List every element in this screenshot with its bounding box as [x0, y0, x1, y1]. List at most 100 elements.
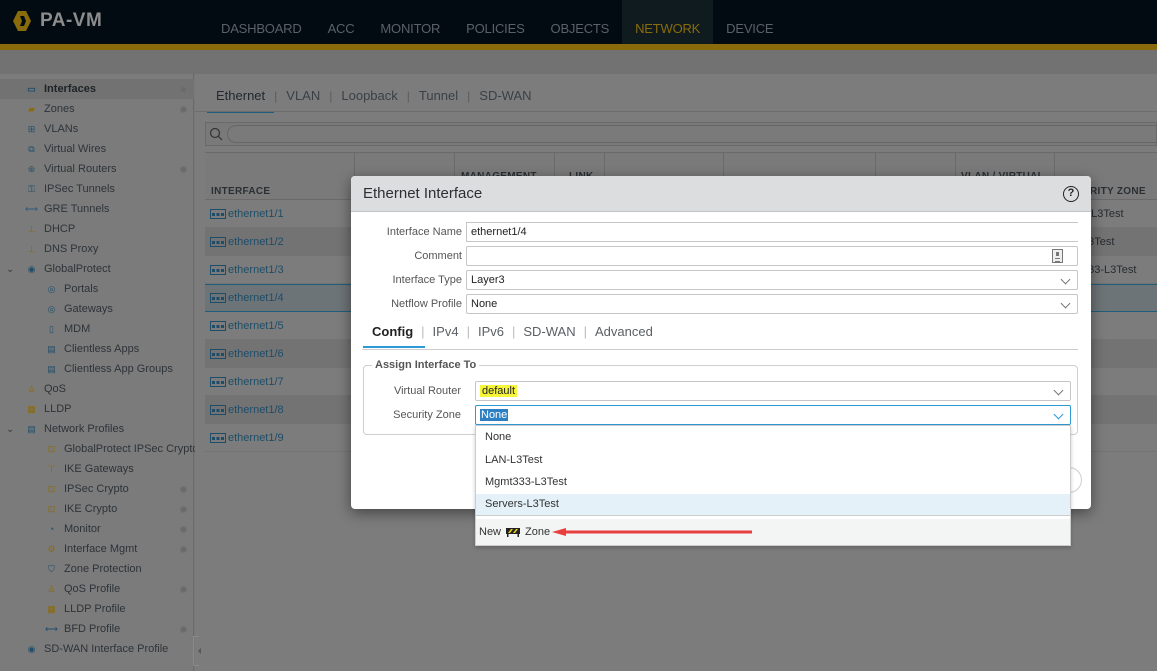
- router-icon: ⊛: [27, 163, 36, 174]
- sidebar-item-zone-protection[interactable]: ⛉ Zone Protection: [44, 559, 142, 579]
- sidebar-item-network-profiles[interactable]: ⌄ ▤ Network Profiles: [6, 419, 125, 439]
- comment-field[interactable]: [466, 246, 1078, 266]
- sidebar-item-virtual-wires[interactable]: ⧉ Virtual Wires: [24, 139, 106, 159]
- interface-link[interactable]: ethernet1/6: [228, 348, 284, 360]
- tab-ethernet[interactable]: Ethernet: [207, 88, 275, 113]
- sidebar-item-gre-tunnels[interactable]: ⟷ GRE Tunnels: [24, 199, 109, 219]
- security-zone-label: Security Zone: [393, 409, 461, 421]
- chevron-down-icon: [1060, 298, 1071, 309]
- sidebar-item-gateways[interactable]: ◎ Gateways: [44, 299, 113, 319]
- tab-tunnel[interactable]: Tunnel: [410, 88, 467, 103]
- ethernet-port-icon: [210, 404, 226, 415]
- monitor-icon: ◔: [48, 524, 55, 534]
- zone-option-lan[interactable]: LAN-L3Test: [476, 449, 1070, 472]
- sidebar-item-vlans[interactable]: ⊞ VLANs: [24, 119, 79, 139]
- sidebar-item-bfd-profile[interactable]: ⟷ BFD Profile: [44, 619, 120, 639]
- interface-type-select[interactable]: Layer3: [466, 270, 1078, 290]
- interface-link[interactable]: ethernet1/5: [228, 320, 284, 332]
- sidebar-collapse-handle[interactable]: [193, 636, 201, 666]
- search-input[interactable]: [227, 125, 1156, 143]
- sidebar-item-lldp-profile[interactable]: ▦ LLDP Profile: [44, 599, 125, 619]
- sidebar-item-label: Clientless App Groups: [64, 363, 173, 375]
- status-dot: [180, 106, 187, 113]
- sidebar-item-ike-gateways[interactable]: ⊤ IKE Gateways: [44, 459, 134, 479]
- sidebar-item-monitor[interactable]: ◔ Monitor: [44, 519, 101, 539]
- sidebar-item-portals[interactable]: ◎ Portals: [44, 279, 99, 299]
- sidebar-item-interface-mgmt[interactable]: ⚙ Interface Mgmt: [44, 539, 137, 559]
- clientless-app-icon: ▤: [47, 343, 56, 354]
- sidebar-item-globalprotect-ipsec-crypto[interactable]: ⊡ GlobalProtect IPSec Crypto: [44, 439, 199, 459]
- lldp-icon: ▦: [27, 403, 36, 414]
- zone-option-none[interactable]: None: [476, 426, 1070, 449]
- interface-link[interactable]: ethernet1/8: [228, 404, 284, 416]
- interface-name-row: Interface Name ethernet1/4: [351, 222, 1091, 242]
- interface-link[interactable]: ethernet1/1: [228, 208, 284, 220]
- sidebar-item-ipsec-crypto[interactable]: ⊡ IPSec Crypto: [44, 479, 129, 499]
- sidebar-item-mdm[interactable]: ▯ MDM: [44, 319, 90, 339]
- interface-link[interactable]: ethernet1/2: [228, 236, 284, 248]
- nav-network[interactable]: NETWORK: [622, 0, 714, 44]
- note-icon[interactable]: [1052, 249, 1063, 263]
- sidebar-item-clientless-app-groups[interactable]: ▤ Clientless App Groups: [44, 359, 173, 379]
- nav-dashboard[interactable]: DASHBOARD: [208, 0, 315, 44]
- interface-type-label: Interface Type: [392, 274, 462, 286]
- tab-vlan[interactable]: VLAN: [277, 88, 329, 103]
- mdm-icon: ▯: [49, 323, 54, 334]
- sidebar-item-label: GlobalProtect IPSec Crypto: [64, 443, 199, 455]
- search-icon[interactable]: [209, 127, 223, 141]
- tab-loopback[interactable]: Loopback: [332, 88, 406, 103]
- sidebar-item-qos-profile[interactable]: ♙ QoS Profile: [44, 579, 120, 599]
- sidebar-item-ike-crypto[interactable]: ⊡ IKE Crypto: [44, 499, 117, 519]
- sidebar-item-zones[interactable]: ▰ Zones: [24, 99, 75, 119]
- tab-sdwan[interactable]: SD-WAN: [515, 324, 583, 339]
- sidebar-item-virtual-routers[interactable]: ⊛ Virtual Routers: [24, 159, 117, 179]
- status-dot: [180, 486, 187, 493]
- tab-config[interactable]: Config: [363, 324, 426, 348]
- tabs-divider: [195, 111, 1157, 112]
- lock-icon: ⊡: [47, 503, 56, 514]
- assign-interface-legend: Assign Interface To: [372, 359, 480, 371]
- nav-acc[interactable]: ACC: [315, 0, 368, 44]
- virtual-router-select[interactable]: default: [475, 381, 1071, 401]
- interface-name-label: Interface Name: [386, 226, 462, 238]
- dialog-header: Ethernet Interface ?: [351, 176, 1091, 212]
- sidebar-item-label: BFD Profile: [64, 623, 121, 635]
- chevron-down-icon[interactable]: ⌄: [6, 424, 14, 435]
- interface-link[interactable]: ethernet1/3: [228, 264, 284, 276]
- sidebar-item-interfaces[interactable]: ▭ Interfaces: [0, 79, 194, 99]
- interface-name-field[interactable]: ethernet1/4: [466, 222, 1078, 242]
- sidebar-item-label: Network Profiles: [44, 423, 125, 435]
- security-zone-select[interactable]: None: [475, 405, 1071, 425]
- nav-policies[interactable]: POLICIES: [453, 0, 537, 44]
- netflow-profile-select[interactable]: None: [466, 294, 1078, 314]
- sidebar-item-ipsec-tunnels[interactable]: ⚿ IPSec Tunnels: [24, 179, 115, 199]
- interface-link[interactable]: ethernet1/9: [228, 432, 284, 444]
- sidebar-item-dhcp[interactable]: ⊥ DHCP: [24, 219, 76, 239]
- tab-sdwan[interactable]: SD-WAN: [470, 88, 540, 103]
- nav-monitor[interactable]: MONITOR: [367, 0, 453, 44]
- nav-device[interactable]: DEVICE: [713, 0, 786, 44]
- sidebar-item-clientless-apps[interactable]: ▤ Clientless Apps: [44, 339, 139, 359]
- nav-objects[interactable]: OBJECTS: [538, 0, 623, 44]
- chevron-down-icon[interactable]: ⌄: [6, 264, 14, 275]
- zone-option-mgmt[interactable]: Mgmt333-L3Test: [476, 471, 1070, 494]
- sidebar-item-dns-proxy[interactable]: ⊥ DNS Proxy: [24, 239, 99, 259]
- sidebar-item-label: Zone Protection: [64, 563, 142, 575]
- sidebar-item-globalprotect[interactable]: ⌄ ◉ GlobalProtect: [6, 259, 111, 279]
- sidebar-item-label: MDM: [64, 323, 91, 335]
- zone-option-servers[interactable]: Servers-L3Test: [476, 493, 1070, 516]
- zone-protection-icon: ⛉: [48, 563, 55, 574]
- netflow-profile-row: Netflow Profile None: [351, 294, 1091, 314]
- sidebar-item-qos[interactable]: ♙ QoS: [24, 379, 66, 399]
- column-header-interface[interactable]: INTERFACE: [211, 186, 270, 197]
- sidebar-item-label: GRE Tunnels: [44, 203, 110, 215]
- chevron-down-icon: [1060, 274, 1071, 285]
- sidebar-item-sd-wan-interface-profile[interactable]: ◉ SD-WAN Interface Profile: [24, 639, 169, 659]
- help-icon[interactable]: ?: [1063, 186, 1079, 202]
- sidebar-item-lldp[interactable]: ▦ LLDP: [24, 399, 71, 419]
- interface-link[interactable]: ethernet1/7: [228, 376, 284, 388]
- tab-ipv6[interactable]: IPv6: [470, 324, 512, 339]
- tab-advanced[interactable]: Advanced: [587, 324, 661, 339]
- interface-link[interactable]: ethernet1/4: [228, 292, 284, 304]
- tab-ipv4[interactable]: IPv4: [425, 324, 467, 339]
